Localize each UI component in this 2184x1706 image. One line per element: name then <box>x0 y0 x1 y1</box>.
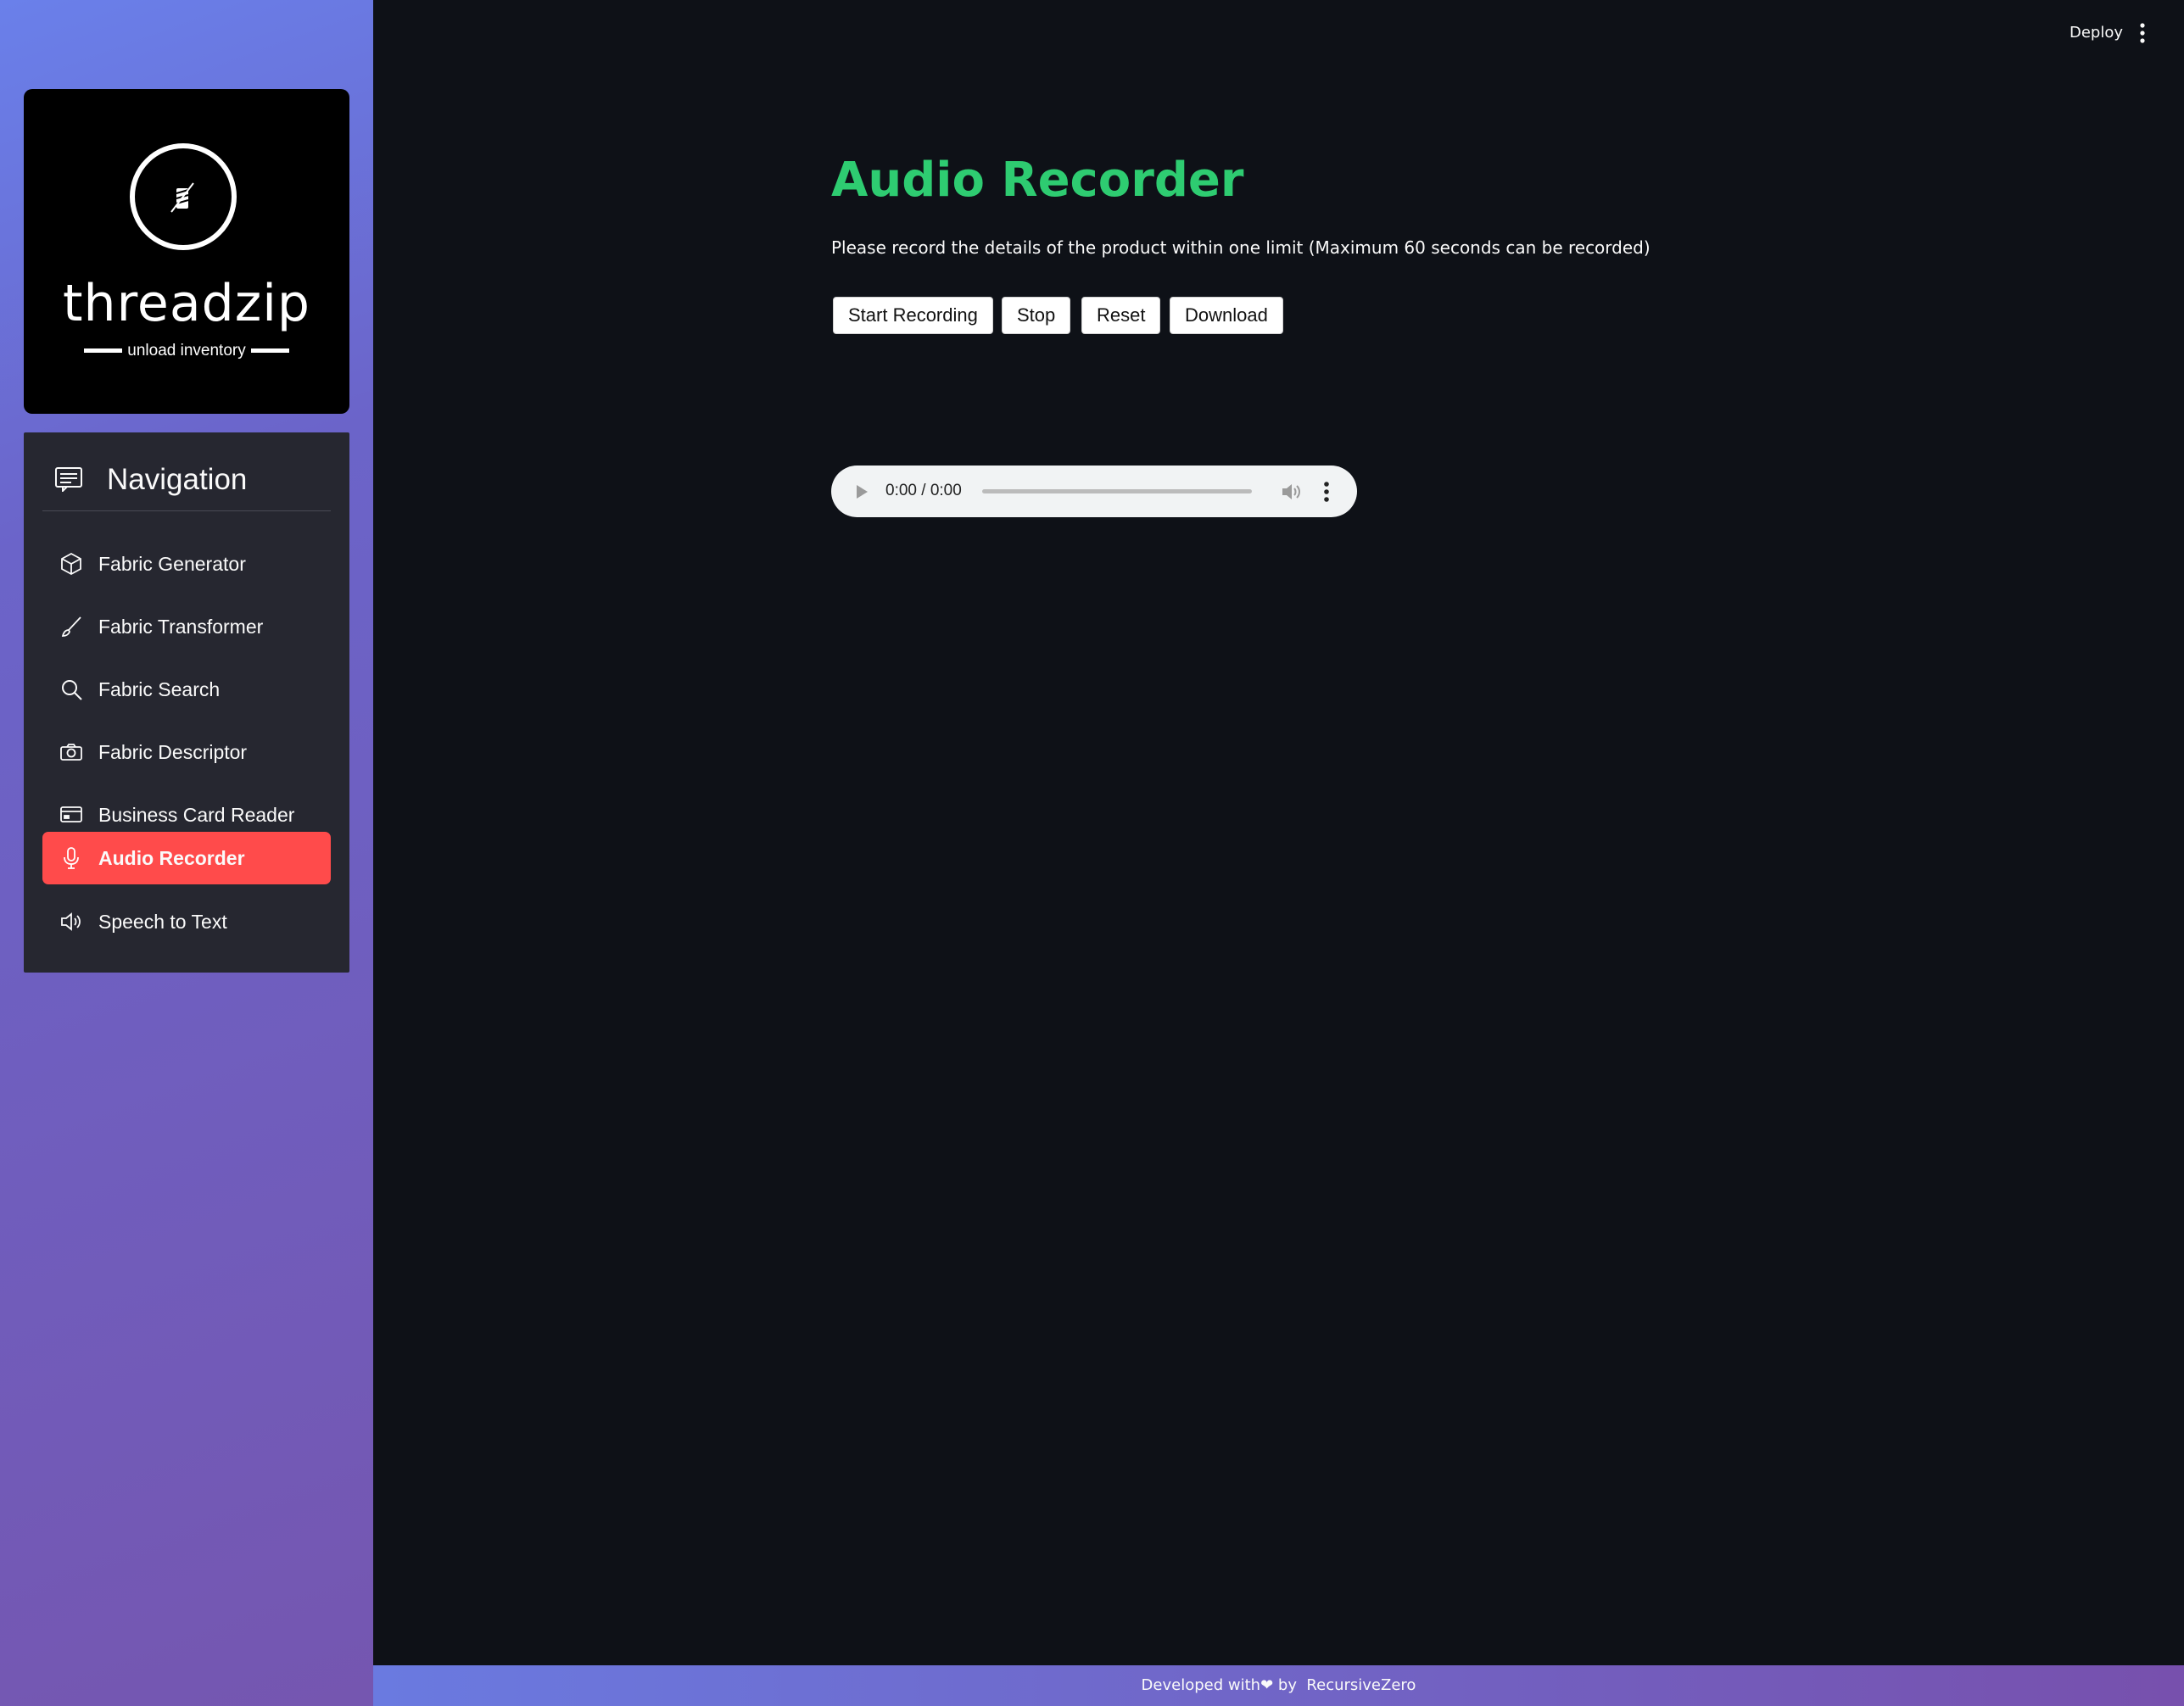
navigation-title: Navigation <box>107 463 248 496</box>
logo: threadzip unload inventory <box>24 89 349 414</box>
reset-button[interactable]: Reset <box>1081 297 1161 334</box>
player-menu-icon[interactable] <box>1323 481 1330 507</box>
logo-tagline: unload inventory <box>24 342 349 360</box>
sidebar-item-audio-recorder[interactable]: Audio Recorder <box>42 832 331 884</box>
search-icon <box>59 677 83 701</box>
card-icon <box>59 803 83 827</box>
page-title: Audio Recorder <box>831 153 1244 208</box>
page-description: Please record the details of the product… <box>831 237 1651 258</box>
heart-icon: ❤ <box>1260 1676 1274 1694</box>
navigation-header: Navigation <box>42 448 331 511</box>
download-button[interactable]: Download <box>1170 297 1283 334</box>
playback-time: 0:00 / 0:00 <box>885 482 962 499</box>
deploy-button[interactable]: Deploy <box>2069 24 2123 42</box>
footer-author: RecursiveZero <box>1306 1676 1416 1694</box>
logo-name: threadzip <box>63 274 310 333</box>
start-recording-button[interactable]: Start Recording <box>833 297 993 334</box>
sidebar-item-fabric-descriptor[interactable]: Fabric Descriptor <box>42 726 331 778</box>
menu-card-icon <box>54 466 83 496</box>
footer-by: by <box>1277 1676 1297 1694</box>
stop-button[interactable]: Stop <box>1002 297 1071 334</box>
sidebar: threadzip unload inventory Navigation Fa… <box>0 0 373 1706</box>
box-icon <box>59 552 83 576</box>
sidebar-item-fabric-transformer[interactable]: Fabric Transformer <box>42 600 331 653</box>
mic-icon <box>59 846 83 870</box>
volume-icon[interactable] <box>1281 482 1303 506</box>
camera-icon <box>59 740 83 764</box>
play-icon[interactable] <box>853 482 870 505</box>
brush-icon <box>59 615 83 638</box>
sidebar-item-speech-to-text[interactable]: Speech to Text <box>42 895 331 948</box>
more-options-icon[interactable] <box>2139 22 2146 48</box>
audio-player: 0:00 / 0:00 <box>831 466 1357 517</box>
logo-emblem-icon <box>130 143 237 250</box>
seek-bar[interactable] <box>982 489 1252 493</box>
sidebar-item-fabric-search[interactable]: Fabric Search <box>42 663 331 716</box>
speaker-icon <box>59 910 83 934</box>
navigation-menu: Navigation Fabric Generator Fabric Trans… <box>24 432 349 973</box>
sidebar-item-fabric-generator[interactable]: Fabric Generator <box>42 538 331 590</box>
footer-prefix: Developed with <box>1141 1676 1261 1694</box>
footer: Developed with❤ by RecursiveZero <box>373 1665 2184 1706</box>
